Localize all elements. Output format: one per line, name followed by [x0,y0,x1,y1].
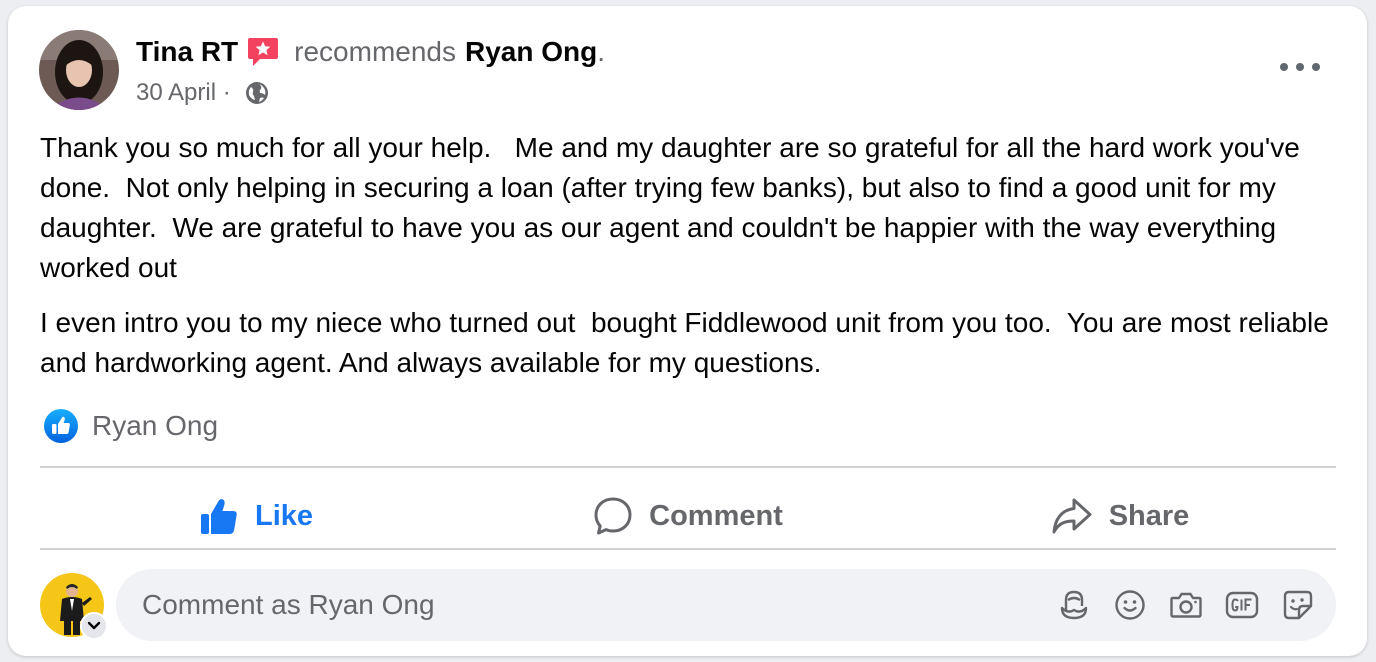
share-button[interactable]: Share [904,476,1336,556]
author-avatar[interactable] [39,30,119,110]
post-actions: Like Comment Share [40,476,1336,556]
recommended-page-name[interactable]: Ryan Ong [465,36,597,68]
recommend-badge-icon [246,35,280,69]
divider [40,466,1336,468]
reactions-summary[interactable]: Ryan Ong [43,406,218,446]
share-icon [1052,498,1092,534]
post-card: Tina RT recommends Ryan Ong . 30 April ·… [8,6,1367,656]
post-text: Thank you so much for all your help. Me … [40,128,1340,398]
comment-input[interactable] [140,588,1036,622]
post-paragraph: I even intro you to my niece who turned … [40,307,1337,378]
sticker-icon[interactable] [1280,587,1316,623]
thumbs-up-icon [200,499,237,534]
meta-separator: · [216,79,238,106]
comment-label: Comment [649,499,783,532]
like-button[interactable]: Like [40,476,472,556]
globe-icon[interactable] [245,81,269,105]
comment-button[interactable]: Comment [472,476,904,556]
target-suffix: . [597,36,606,67]
comment-box [116,569,1336,641]
like-reaction-icon [44,409,78,443]
share-label: Share [1108,499,1190,532]
comment-icon [594,497,632,535]
current-user-avatar[interactable] [40,573,108,640]
reactor-name: Ryan Ong [92,410,219,441]
post-paragraph: Thank you so much for all your help. Me … [40,132,1308,283]
post-meta: 30 April · [136,78,269,108]
like-label: Like [254,499,314,532]
gif-icon[interactable] [1224,587,1260,623]
post-date[interactable]: 30 April [136,79,216,107]
divider [40,548,1336,550]
recommends-text: recommends [294,36,456,67]
more-options-icon[interactable] [1280,56,1320,78]
more-dot [1280,63,1288,71]
more-dot [1296,63,1304,71]
comment-composer [40,568,1336,642]
chevron-down-icon[interactable] [80,612,108,640]
more-dot [1312,63,1320,71]
avatar-sticker-icon[interactable] [1056,587,1092,623]
post-header: Tina RT recommends Ryan Ong . [136,34,605,70]
emoji-icon[interactable] [1112,587,1148,623]
author-name[interactable]: Tina RT [136,36,238,68]
camera-icon[interactable] [1168,587,1204,623]
